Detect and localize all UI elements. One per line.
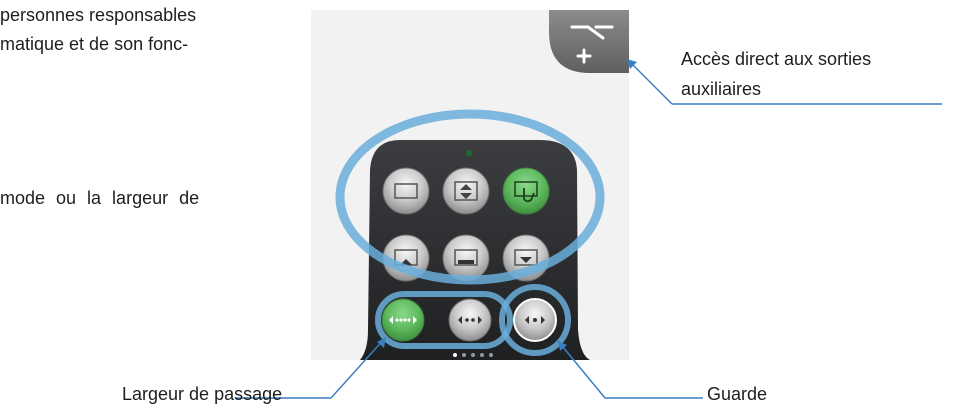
full-width-button[interactable] xyxy=(381,298,425,342)
guard-button[interactable] xyxy=(513,298,557,342)
open-mode-button[interactable] xyxy=(382,167,430,215)
passage-width-callout: Largeur de passage xyxy=(122,384,283,404)
reduced-width-button[interactable] xyxy=(448,298,492,342)
manual-button[interactable] xyxy=(502,167,550,215)
aux-outputs-button[interactable] xyxy=(549,10,629,73)
adjust-button[interactable] xyxy=(442,167,490,215)
guard-callout: Guarde xyxy=(707,384,768,404)
aux-outputs-callout-line-2: auxiliaires xyxy=(681,79,762,99)
status-led xyxy=(466,150,472,156)
aux-outputs-callout-line-1: Accès direct aux sorties xyxy=(681,49,872,69)
closed-mode-button[interactable] xyxy=(442,234,490,282)
